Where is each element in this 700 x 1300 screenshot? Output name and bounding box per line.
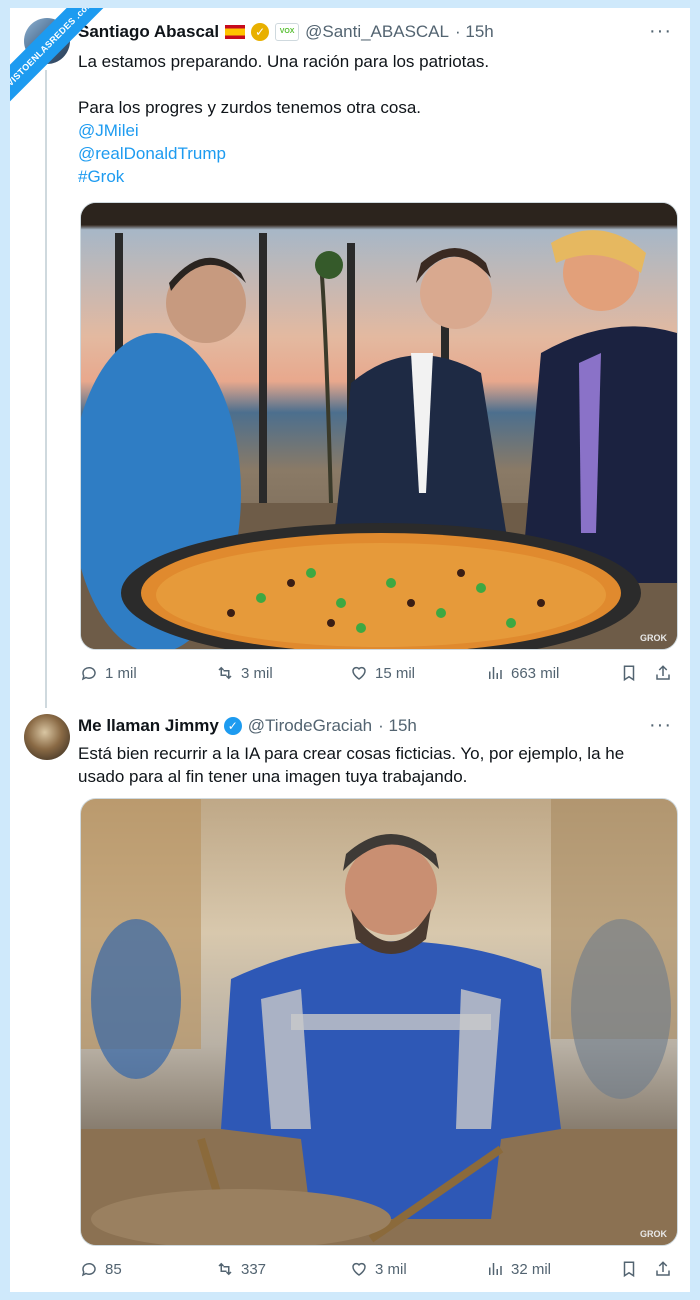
views-count: 32 mil	[511, 1260, 552, 1278]
bookmark-icon	[620, 664, 638, 682]
retweet-count: 337	[241, 1260, 267, 1278]
share-button[interactable]	[654, 1260, 679, 1278]
heart-icon	[350, 1260, 368, 1278]
mention-link[interactable]: @JMilei	[78, 119, 678, 142]
tweet-text-line: usado para al fin tener una imagen tuya …	[78, 767, 468, 786]
more-options-icon[interactable]: ···	[649, 20, 672, 43]
reply-count: 1 mil	[105, 664, 137, 682]
tweet-text: Está bien recurrir a la IA para crear co…	[78, 742, 678, 788]
ai-image-illustration	[81, 799, 677, 1245]
tweet-thread-card: VISTOENLASREDES .com Santiago Abascal ✓ …	[10, 8, 690, 1292]
tweet-text: La estamos preparando. Una ración para l…	[78, 50, 678, 188]
affiliation-badge-icon[interactable]: VOX	[275, 23, 300, 41]
views-chart-icon	[486, 1260, 504, 1278]
reply-button[interactable]: 1 mil	[80, 664, 137, 682]
share-button[interactable]	[654, 664, 679, 682]
tweet-text-line: La estamos preparando. Una ración para l…	[78, 52, 490, 71]
retweet-icon	[216, 664, 234, 682]
views-button[interactable]: 663 mil	[486, 664, 559, 682]
tweet-actions-bar: 85 337 3 mil 32 mil	[80, 1260, 676, 1284]
spain-flag-icon	[225, 25, 246, 39]
like-count: 15 mil	[375, 664, 416, 682]
tweet-actions-bar: 1 mil 3 mil 15 mil 663 mil	[80, 664, 676, 688]
reply-button[interactable]: 85	[80, 1260, 122, 1278]
bookmark-button[interactable]	[620, 1260, 645, 1278]
author-name[interactable]: Me llaman Jimmy	[78, 716, 219, 736]
retweet-button[interactable]: 337	[216, 1260, 266, 1278]
retweet-icon	[216, 1260, 234, 1278]
author-handle[interactable]: @Santi_ABASCAL	[305, 22, 449, 42]
timestamp[interactable]: · 15h	[455, 22, 494, 42]
reply-icon	[80, 664, 98, 682]
tweet-text-line: Para los progres y zurdos tenemos otra c…	[78, 98, 421, 117]
timestamp[interactable]: · 15h	[378, 716, 417, 736]
ai-image-illustration	[81, 203, 677, 649]
share-icon	[654, 1260, 672, 1278]
like-button[interactable]: 3 mil	[350, 1260, 407, 1278]
retweet-count: 3 mil	[241, 664, 273, 682]
views-button[interactable]: 32 mil	[486, 1260, 551, 1278]
hashtag-link[interactable]: #Grok	[78, 165, 678, 188]
tweet-header: Santiago Abascal ✓ VOX @Santi_ABASCAL · …	[78, 22, 494, 42]
bookmark-button[interactable]	[620, 664, 645, 682]
image-watermark: GROK	[640, 633, 667, 643]
avatar[interactable]	[24, 714, 70, 760]
bookmark-icon	[620, 1260, 638, 1278]
reply-count: 85	[105, 1260, 122, 1278]
mention-link[interactable]: @realDonaldTrump	[78, 142, 678, 165]
tweet-image[interactable]: GROK	[80, 202, 678, 650]
verified-badge-icon: ✓	[223, 717, 242, 735]
like-count: 3 mil	[375, 1260, 407, 1278]
share-icon	[654, 664, 672, 682]
tweet-header: Me llaman Jimmy ✓ @TirodeGraciah · 15h	[78, 716, 417, 736]
author-handle[interactable]: @TirodeGraciah	[248, 716, 372, 736]
views-chart-icon	[486, 664, 504, 682]
heart-icon	[350, 664, 368, 682]
views-count: 663 mil	[511, 664, 560, 682]
author-name[interactable]: Santiago Abascal	[78, 22, 219, 42]
tweet-text-blank	[78, 73, 678, 96]
reply-icon	[80, 1260, 98, 1278]
retweet-button[interactable]: 3 mil	[216, 664, 273, 682]
like-button[interactable]: 15 mil	[350, 664, 415, 682]
tweet-text-line: Está bien recurrir a la IA para crear co…	[78, 744, 625, 763]
image-watermark: GROK	[640, 1229, 667, 1239]
verified-badge-icon: ✓	[251, 23, 270, 41]
thread-connector-line	[45, 70, 47, 708]
more-options-icon[interactable]: ···	[649, 714, 672, 737]
tweet-image[interactable]: GROK	[80, 798, 678, 1246]
